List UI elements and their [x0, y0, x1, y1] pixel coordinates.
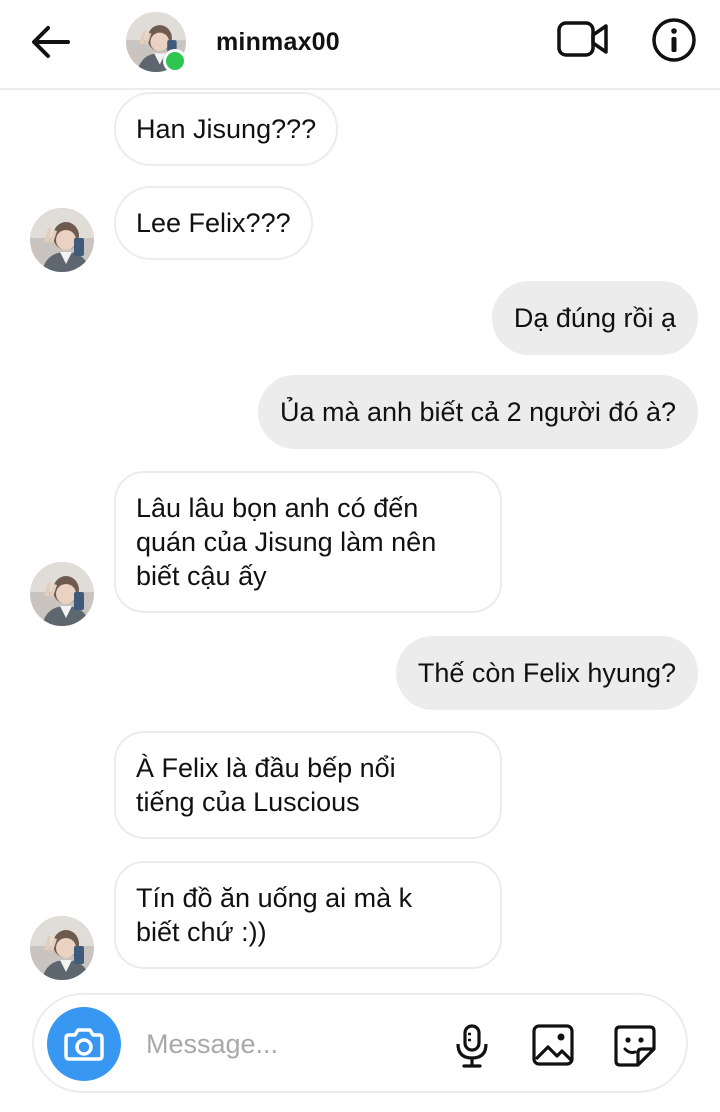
message-composer[interactable]: Message... [32, 993, 688, 1093]
message-bubble-incoming[interactable]: Lee Felix??? [114, 186, 313, 260]
message-bubble-outgoing[interactable]: Ủa mà anh biết cả 2 người đó à? [257, 375, 698, 449]
arrow-left-icon[interactable] [28, 22, 72, 62]
message-bubble-outgoing[interactable]: Thế còn Felix hyung? [395, 636, 698, 710]
message-text-line: Lâu lâu bọn anh có đến [136, 493, 419, 523]
message-text: Thế còn Felix hyung? [417, 658, 676, 688]
message-text-line: Tín đồ ăn uống ai mà k [136, 883, 413, 913]
message-text-line: tiếng của Luscious [136, 787, 360, 817]
message-bubble-outgoing[interactable]: Dạ đúng rồi ạ [491, 281, 698, 355]
camera-button[interactable] [47, 1007, 121, 1081]
message-text-line: biết cậu ấy [136, 561, 267, 591]
image-icon[interactable] [531, 1023, 575, 1067]
message-text: Han Jisung??? [136, 114, 317, 144]
avatar[interactable] [30, 208, 94, 272]
message-text: Dạ đúng rồi ạ [513, 303, 676, 333]
chat-username[interactable]: minmax00 [216, 28, 340, 57]
online-status-dot [163, 49, 187, 73]
message-text-line: quán của Jisung làm nên [136, 527, 437, 557]
message-text: Lee Felix??? [136, 208, 291, 238]
message-text: Ủa mà anh biết cả 2 người đó à? [279, 397, 676, 427]
avatar[interactable] [30, 562, 94, 626]
message-bubble-incoming[interactable]: Han Jisung??? [114, 92, 339, 166]
message-text-line: biết chứ :)) [136, 917, 267, 947]
message-bubble-incoming[interactable]: Lâu lâu bọn anh có đến quán của Jisung l… [114, 471, 502, 613]
message-text-line: À Felix là đầu bếp nổi [136, 753, 396, 783]
message-input[interactable]: Message... [146, 1029, 278, 1060]
info-icon[interactable] [651, 17, 697, 63]
chat-header: minmax00 [0, 0, 720, 90]
camera-icon [64, 1028, 104, 1061]
message-bubble-incoming[interactable]: À Felix là đầu bếp nổi tiếng của Lusciou… [114, 731, 502, 839]
message-bubble-incoming[interactable]: Tín đồ ăn uống ai mà k biết chứ :)) [114, 861, 502, 969]
microphone-icon[interactable] [452, 1023, 492, 1069]
sticker-icon[interactable] [612, 1023, 658, 1069]
video-camera-icon[interactable] [556, 18, 610, 62]
avatar[interactable] [30, 916, 94, 980]
